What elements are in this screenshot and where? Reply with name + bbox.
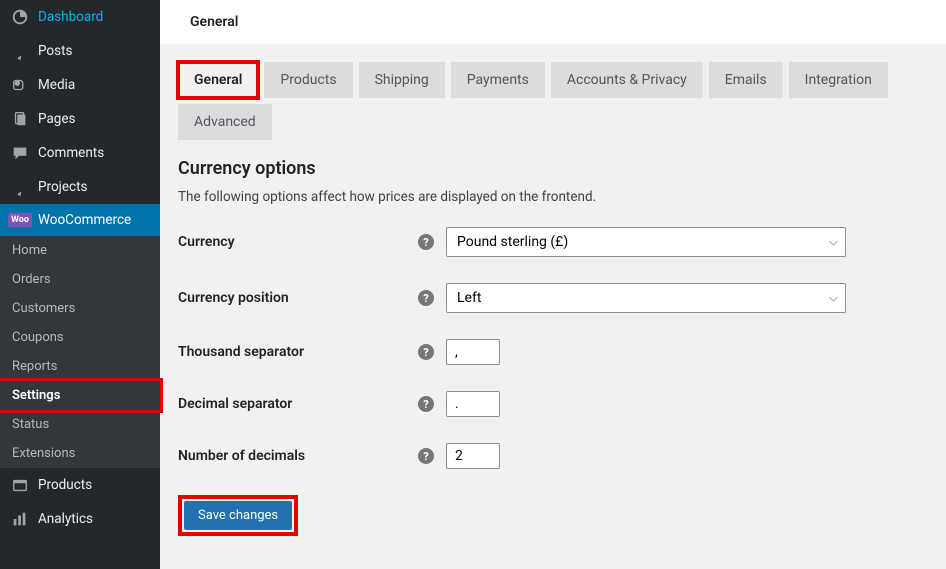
help-icon[interactable]: ? <box>418 448 434 464</box>
label-decimal-separator: Decimal separator <box>178 396 418 412</box>
comment-icon <box>10 144 30 162</box>
media-icon <box>10 76 30 94</box>
tab-emails[interactable]: Emails <box>709 62 783 98</box>
sidebar-item-products[interactable]: Products <box>0 468 160 502</box>
sidebar-item-comments[interactable]: Comments <box>0 136 160 170</box>
settings-content: General Products Shipping Payments Accou… <box>160 44 946 569</box>
label-currency-position: Currency position <box>178 290 418 306</box>
decimal-separator-input[interactable] <box>446 391 500 417</box>
pin-icon <box>10 178 30 196</box>
tab-accounts-privacy[interactable]: Accounts & Privacy <box>551 62 703 98</box>
row-currency: Currency ? Pound sterling (£) ⌵ <box>178 227 928 257</box>
row-currency-position: Currency position ? Left ⌵ <box>178 283 928 313</box>
section-heading: Currency options <box>178 158 928 179</box>
sub-item-reports[interactable]: Reports <box>0 352 160 381</box>
tab-products[interactable]: Products <box>264 62 352 98</box>
main-content: General General Products Shipping Paymen… <box>160 0 946 569</box>
sidebar-item-label: Projects <box>38 179 88 195</box>
save-highlight: Save changes <box>178 495 298 536</box>
admin-sidebar: Dashboard Posts Media Pages Comments Pro… <box>0 0 160 569</box>
sidebar-item-woocommerce[interactable]: Woo WooCommerce <box>0 204 160 236</box>
woo-icon: Woo <box>10 213 30 227</box>
tab-integration[interactable]: Integration <box>789 62 888 98</box>
sidebar-item-media[interactable]: Media <box>0 68 160 102</box>
sidebar-item-posts[interactable]: Posts <box>0 34 160 68</box>
sub-item-customers[interactable]: Customers <box>0 294 160 323</box>
dashboard-icon <box>10 8 30 26</box>
help-icon[interactable]: ? <box>418 290 434 306</box>
sidebar-item-projects[interactable]: Projects <box>0 170 160 204</box>
products-icon <box>10 476 30 494</box>
topbar: General <box>160 0 946 44</box>
sidebar-item-dashboard[interactable]: Dashboard <box>0 0 160 34</box>
tab-shipping[interactable]: Shipping <box>359 62 445 98</box>
sub-item-settings[interactable]: Settings <box>0 378 163 413</box>
row-decimal-separator: Decimal separator ? <box>178 391 928 417</box>
number-decimals-input[interactable] <box>446 443 500 469</box>
sub-item-home[interactable]: Home <box>0 236 160 265</box>
row-number-decimals: Number of decimals ? <box>178 443 928 469</box>
help-icon[interactable]: ? <box>418 234 434 250</box>
sidebar-item-label: Products <box>38 477 92 493</box>
label-number-decimals: Number of decimals <box>178 448 418 464</box>
woo-submenu: Home Orders Customers Coupons Reports Se… <box>0 236 160 468</box>
thousand-separator-input[interactable] <box>446 339 500 365</box>
currency-select-wrap: Pound sterling (£) ⌵ <box>446 227 846 257</box>
pin-icon <box>10 42 30 60</box>
pages-icon <box>10 110 30 128</box>
label-thousand-separator: Thousand separator <box>178 344 418 360</box>
sidebar-item-label: Dashboard <box>38 9 103 25</box>
sub-item-coupons[interactable]: Coupons <box>0 323 160 352</box>
currency-select[interactable]: Pound sterling (£) <box>446 227 846 257</box>
label-currency: Currency <box>178 234 418 250</box>
currency-position-select-wrap: Left ⌵ <box>446 283 846 313</box>
tab-payments[interactable]: Payments <box>451 62 545 98</box>
analytics-icon <box>10 510 30 528</box>
sub-item-status[interactable]: Status <box>0 410 160 439</box>
save-button[interactable]: Save changes <box>184 501 292 530</box>
sidebar-item-label: WooCommerce <box>38 212 131 228</box>
sidebar-item-label: Analytics <box>38 511 93 527</box>
section-description: The following options affect how prices … <box>178 189 928 205</box>
sidebar-item-label: Pages <box>38 111 76 127</box>
currency-position-select[interactable]: Left <box>446 283 846 313</box>
sidebar-item-pages[interactable]: Pages <box>0 102 160 136</box>
breadcrumb: General <box>190 14 238 30</box>
tab-advanced[interactable]: Advanced <box>178 104 272 140</box>
row-thousand-separator: Thousand separator ? <box>178 339 928 365</box>
settings-tabs: General Products Shipping Payments Accou… <box>178 62 928 140</box>
sub-item-orders[interactable]: Orders <box>0 265 160 294</box>
help-icon[interactable]: ? <box>418 344 434 360</box>
sidebar-item-analytics[interactable]: Analytics <box>0 502 160 536</box>
sidebar-item-label: Posts <box>38 43 72 59</box>
help-icon[interactable]: ? <box>418 396 434 412</box>
sidebar-item-label: Comments <box>38 145 104 161</box>
tab-general[interactable]: General <box>178 62 258 98</box>
sub-item-extensions[interactable]: Extensions <box>0 439 160 468</box>
sidebar-item-label: Media <box>38 77 75 93</box>
